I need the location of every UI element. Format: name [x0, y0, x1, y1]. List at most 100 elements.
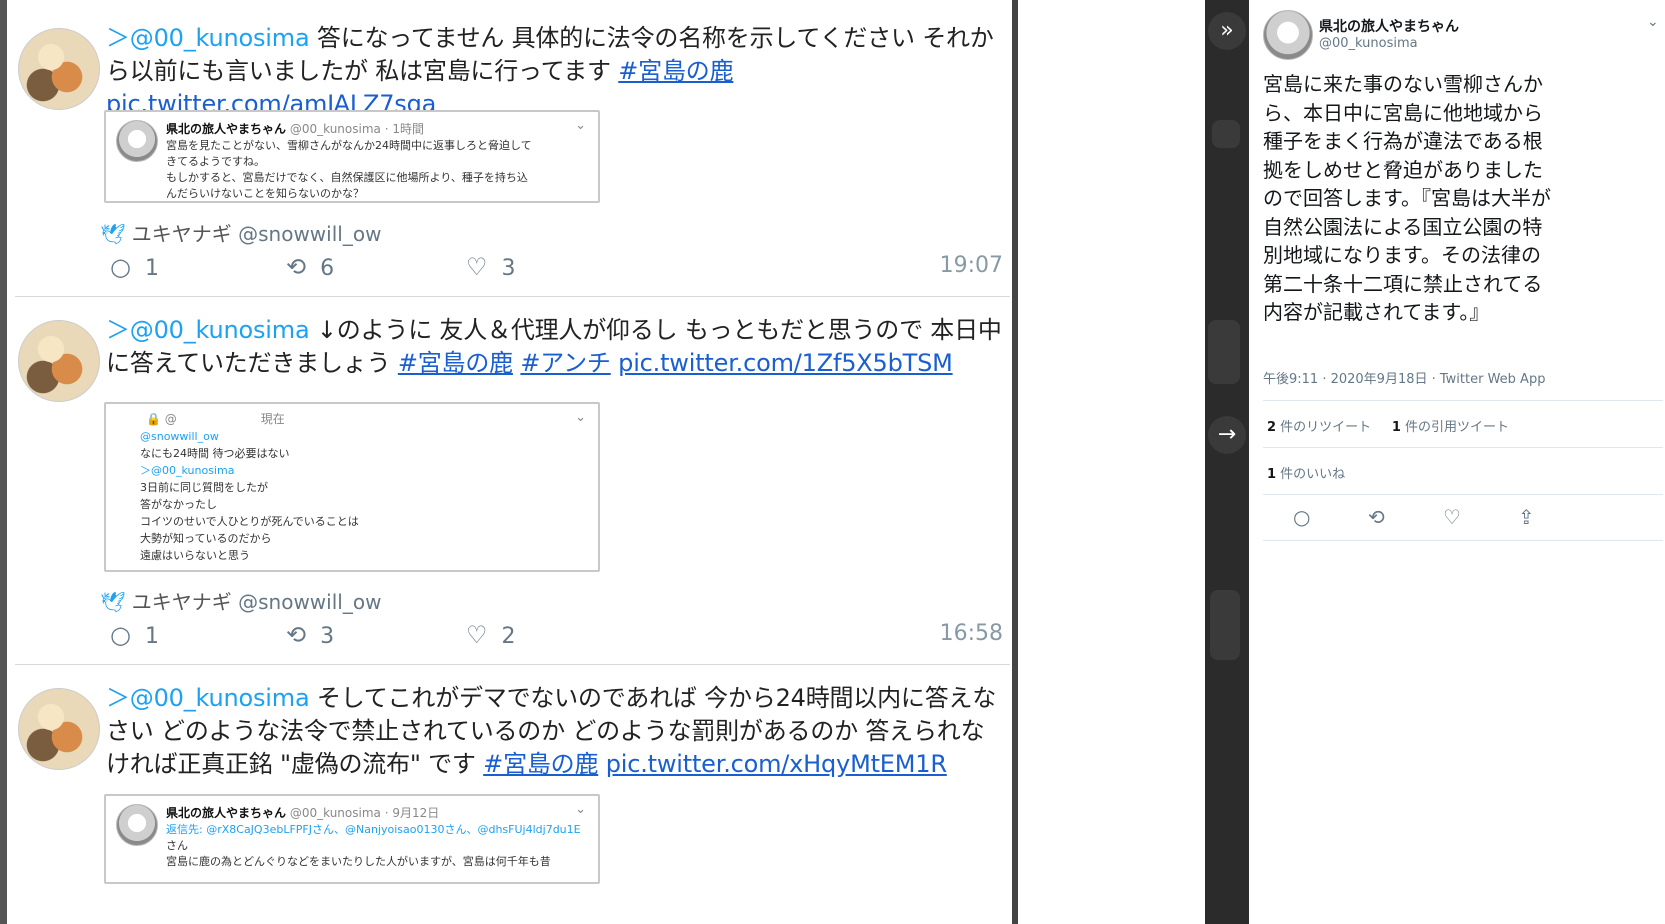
- hashtag-link[interactable]: #アンチ: [520, 349, 611, 377]
- avatar[interactable]: [18, 320, 100, 402]
- avatar[interactable]: [18, 688, 100, 770]
- credit-handle: @snowwill_ow: [238, 222, 382, 246]
- blurred-background: [1210, 590, 1240, 660]
- retweet-button[interactable]: ⟲ 6: [286, 253, 334, 281]
- tweet-text: ＞@00_kunosima 答になってません 具体的に法令の名称を示してください…: [106, 22, 1006, 121]
- mention-link[interactable]: ＞@00_kunosima: [106, 24, 310, 52]
- heart-icon: ♡: [466, 621, 488, 649]
- quotes-count: 1: [1391, 420, 1401, 435]
- double-chevron-icon[interactable]: »: [1208, 12, 1246, 50]
- retweet-count: 6: [320, 256, 335, 281]
- chevron-down-icon[interactable]: ⌄: [1647, 14, 1659, 30]
- quoted-tweet-header: 🔒 @ 現在: [146, 412, 285, 426]
- likes-count: 1: [1267, 467, 1277, 482]
- quoted-tweet-body: 返信先: @rX8CaJQ3ebLFPFJさん、@Nanjyoisao0130さ…: [166, 822, 586, 870]
- quoted-line: きてるようですね。: [166, 155, 265, 168]
- blurred-background: [1208, 320, 1240, 384]
- tweet-meta[interactable]: 午後9:11 · 2020年9月18日 · Twitter Web App: [1263, 368, 1545, 387]
- reply-icon[interactable]: ○: [1293, 505, 1310, 529]
- twitter-bird-icon: 🕊: [100, 590, 126, 614]
- quoted-line: 答がなかったし: [140, 498, 217, 511]
- divider: [1263, 540, 1663, 541]
- retweets-link[interactable]: 2 件のリツイート: [1267, 420, 1371, 435]
- like-button[interactable]: ♡ 3: [466, 253, 516, 281]
- author-name[interactable]: 県北の旅人やまちゃん: [1319, 16, 1459, 36]
- avatar: [116, 120, 158, 162]
- quotes-label: 件の引用ツイート: [1400, 420, 1510, 435]
- reply-count: 1: [144, 256, 159, 281]
- quoted-tweet-image[interactable]: 🔒 @ 現在 ⌄ @snowwill_ow なにも24時間 待つ必要はない ＞@…: [104, 402, 600, 572]
- tweet-time[interactable]: 19:07: [940, 253, 1003, 278]
- avatar[interactable]: [1263, 10, 1313, 60]
- mention-link[interactable]: ＞@00_kunosima: [106, 684, 310, 712]
- quoted-tweet-header: 県北の旅人やまちゃん @00_kunosima · 1時間: [166, 120, 424, 137]
- quoted-line: コイツのせいで人ひとりが死んでいることは: [140, 515, 359, 528]
- chevron-down-icon: ⌄: [575, 410, 586, 425]
- retweet-button[interactable]: ⟲ 3: [286, 621, 334, 649]
- tweet-credit[interactable]: 🕊 ユキヤナギ @snowwill_ow: [100, 586, 381, 615]
- hashtag-link[interactable]: #宮島の鹿: [618, 57, 733, 85]
- tweet-text: ＞@00_kunosima ↓のように 友人＆代理人が仰るし もっともだと思うの…: [106, 314, 1006, 380]
- quotes-link[interactable]: 1 件の引用ツイート: [1392, 420, 1509, 435]
- quoted-line: んだらいけないことを知らないのかな？: [166, 187, 364, 200]
- quoted-line: 大勢が知っているのだから: [140, 532, 272, 545]
- engagement-stats: 2 件のリツイート 1 件の引用ツイート: [1267, 416, 1509, 435]
- reply-icon: ○: [110, 253, 131, 281]
- retweet-icon: ⟲: [286, 621, 307, 649]
- quoted-tweet-body: 宮島を見たことがない、雪柳さんがなんか24時間中に返事しろと脅迫して きてるよう…: [166, 138, 586, 201]
- quoted-line: 宮島を見たことがない、雪柳さんがなんか24時間中に返事しろと脅迫して: [166, 139, 532, 152]
- tweet-actions: ○ 1 ⟲ 6 ♡ 3 19:07: [100, 253, 1003, 283]
- hashtag-link[interactable]: #宮島の鹿: [398, 349, 513, 377]
- reply-button[interactable]: ○ 1: [110, 621, 159, 649]
- quoted-tweet-header: 県北の旅人やまちゃん @00_kunosima · 9月12日: [166, 804, 439, 821]
- tweet-detail-panel: 県北の旅人やまちゃん @00_kunosima ⌄ 宮島に来た事のない雪柳さんか…: [1249, 0, 1665, 924]
- quoted-tweet-image[interactable]: 県北の旅人やまちゃん @00_kunosima · 9月12日 ⌄ 返信先: @…: [104, 794, 600, 884]
- pic-link[interactable]: pic.twitter.com/xHqyMtEM1R: [606, 750, 947, 778]
- like-count: 3: [501, 256, 516, 281]
- divider: [1263, 447, 1663, 448]
- retweets-count: 2: [1267, 420, 1277, 435]
- tweet-time[interactable]: 16:58: [940, 621, 1003, 646]
- quoted-author-name: 県北の旅人やまちゃん: [166, 806, 287, 820]
- chevron-down-icon: ⌄: [575, 802, 586, 817]
- likes-label: 件のいいね: [1276, 467, 1346, 482]
- tweet-credit[interactable]: 🕊 ユキヤナギ @snowwill_ow: [100, 218, 381, 247]
- quoted-author-name: 県北の旅人やまちゃん: [166, 122, 287, 136]
- pic-link[interactable]: pic.twitter.com/1Zf5X5bTSM: [618, 349, 953, 377]
- heart-icon: ♡: [466, 253, 488, 281]
- credit-handle: @snowwill_ow: [238, 590, 382, 614]
- author-handle[interactable]: @00_kunosima: [1319, 36, 1418, 51]
- credit-name: ユキヤナギ: [131, 590, 232, 614]
- tweet-feed-screenshot: ＞@00_kunosima 答になってません 具体的に法令の名称を示してください…: [0, 0, 1018, 924]
- retweet-count: 3: [320, 624, 335, 649]
- retweet-icon: ⟲: [286, 253, 307, 281]
- like-button[interactable]: ♡ 2: [466, 621, 516, 649]
- panel-left-border: [0, 0, 7, 924]
- quoted-line: 宮島に鹿の為とどんぐりなどをまいたりした人がいますが、宮島は何千年も昔: [166, 855, 551, 868]
- arrow-right-icon[interactable]: →: [1208, 416, 1246, 454]
- tweet-actions: ○ ⟲ ♡ ⇪: [1263, 505, 1663, 535]
- retweet-icon[interactable]: ⟲: [1368, 505, 1385, 529]
- reply-button[interactable]: ○ 1: [110, 253, 159, 281]
- quoted-tweet-body: @snowwill_ow なにも24時間 待つ必要はない ＞@00_kunosi…: [140, 428, 560, 564]
- tweet-actions: ○ 1 ⟲ 3 ♡ 2 16:58: [100, 621, 1003, 651]
- tweet-divider: [15, 296, 1010, 297]
- quoted-meta: @00_kunosima · 9月12日: [289, 806, 440, 820]
- likes-link[interactable]: 1 件のいいね: [1267, 463, 1345, 482]
- twitter-bird-icon: 🕊: [100, 222, 126, 246]
- tweet-divider: [15, 664, 1010, 665]
- tweet-text: ＞@00_kunosima そしてこれがデマでないのであれば 今から24時間以内…: [106, 682, 1006, 781]
- quoted-line: 遠慮はいらないと思う: [140, 549, 250, 562]
- quoted-meta: @00_kunosima · 1時間: [289, 122, 424, 136]
- heart-icon[interactable]: ♡: [1443, 505, 1461, 529]
- avatar[interactable]: [18, 28, 100, 110]
- tweet-text: 宮島に来た事のない雪柳さんから、本日中に宮島に他地域から種子をまく行為が違法であ…: [1263, 72, 1551, 324]
- hashtag-link[interactable]: #宮島の鹿: [483, 750, 598, 778]
- divider: [1263, 400, 1663, 401]
- share-icon[interactable]: ⇪: [1518, 505, 1535, 529]
- quoted-tweet-image[interactable]: 県北の旅人やまちゃん @00_kunosima · 1時間 ⌄ 宮島を見たことが…: [104, 110, 600, 203]
- quoted-line: もしかすると、宮島だけでなく、自然保護区に他場所より、種子を持ち込: [166, 171, 528, 184]
- mention-link[interactable]: ＞@00_kunosima: [106, 316, 310, 344]
- divider: [1263, 494, 1663, 495]
- credit-name: ユキヤナギ: [131, 222, 232, 246]
